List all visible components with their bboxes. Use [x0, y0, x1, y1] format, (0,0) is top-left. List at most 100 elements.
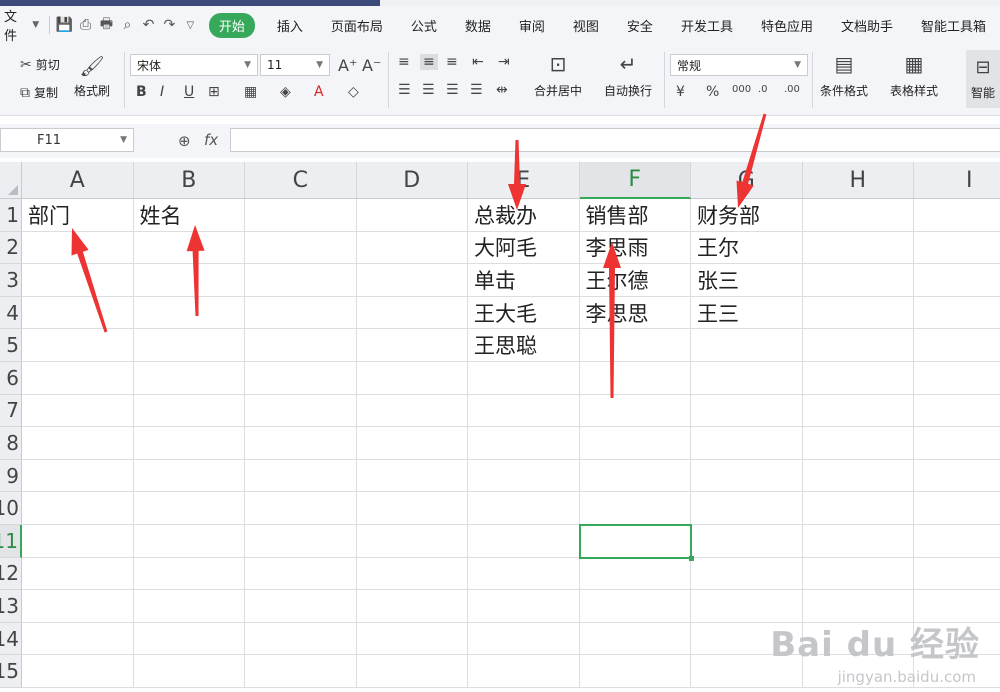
- row-header-5[interactable]: 5: [0, 329, 22, 362]
- cell-a15[interactable]: [22, 655, 134, 688]
- column-header-a[interactable]: A: [22, 162, 134, 199]
- cell-a6[interactable]: [22, 362, 134, 395]
- cell-i12[interactable]: [914, 558, 1000, 591]
- cell-d11[interactable]: [356, 525, 468, 558]
- cell-b1[interactable]: 姓名: [133, 199, 245, 232]
- decrease-indent-icon[interactable]: ⇤: [472, 54, 484, 70]
- cell-g9[interactable]: [691, 459, 803, 493]
- undo-icon[interactable]: ↶: [138, 14, 159, 36]
- cell-b7[interactable]: [133, 394, 245, 428]
- tab-data[interactable]: 数据: [451, 16, 505, 35]
- cell-g11[interactable]: [691, 525, 803, 558]
- row-header-12[interactable]: 12: [0, 557, 22, 591]
- increase-font-icon[interactable]: A⁺: [338, 56, 357, 75]
- cell-e3[interactable]: 单击: [468, 264, 580, 297]
- format-painter-button[interactable]: 🖌 格式刷: [74, 54, 110, 99]
- cell-c1[interactable]: [245, 199, 357, 232]
- cell-a12[interactable]: [22, 557, 134, 591]
- column-header-h[interactable]: H: [802, 162, 914, 199]
- cell-d3[interactable]: [356, 264, 468, 297]
- number-format-select[interactable]: 常规 ▼: [670, 54, 808, 76]
- cell-e7[interactable]: [468, 394, 580, 428]
- cell-g6[interactable]: [691, 362, 803, 395]
- percent-icon[interactable]: %: [706, 84, 719, 100]
- column-header-c[interactable]: C: [245, 162, 357, 199]
- cell-b8[interactable]: [133, 427, 245, 460]
- tab-developer[interactable]: 开发工具: [667, 16, 747, 35]
- row-header-2[interactable]: 2: [0, 231, 22, 265]
- cell-f13[interactable]: [579, 590, 691, 623]
- cell-h3[interactable]: [802, 264, 914, 297]
- align-left-icon[interactable]: ☰: [398, 82, 411, 98]
- cell-h4[interactable]: [802, 296, 914, 330]
- cell-h11[interactable]: [802, 525, 914, 558]
- cell-c4[interactable]: [245, 296, 357, 330]
- print-preview-icon[interactable]: ⎙: [75, 14, 96, 36]
- cell-f10[interactable]: [579, 492, 691, 525]
- cell-a5[interactable]: [22, 329, 134, 362]
- cell-f1[interactable]: 销售部: [579, 199, 691, 232]
- tab-security[interactable]: 安全: [613, 16, 667, 35]
- tab-special-apps[interactable]: 特色应用: [747, 16, 827, 35]
- cell-i5[interactable]: [914, 329, 1000, 362]
- cell-a9[interactable]: [22, 459, 134, 493]
- cell-g1[interactable]: 财务部: [691, 199, 803, 232]
- cell-i2[interactable]: [914, 232, 1000, 265]
- fill-effects-icon[interactable]: ▦: [244, 84, 257, 100]
- cell-g4[interactable]: 王三: [691, 296, 803, 330]
- cell-c11[interactable]: [245, 525, 357, 558]
- cell-h6[interactable]: [802, 362, 914, 395]
- cell-a4[interactable]: [22, 296, 134, 330]
- cell-f8[interactable]: [579, 427, 691, 460]
- cell-f14[interactable]: [579, 622, 691, 656]
- cell-d9[interactable]: [356, 459, 468, 493]
- cell-b12[interactable]: [133, 557, 245, 591]
- cell-d12[interactable]: [356, 557, 468, 591]
- column-header-e[interactable]: E: [468, 162, 580, 199]
- cell-a14[interactable]: [22, 622, 134, 656]
- cell-i6[interactable]: [914, 362, 1000, 395]
- column-header-d[interactable]: D: [356, 162, 468, 199]
- file-menu[interactable]: 文件 ▼: [0, 6, 45, 44]
- cell-f2[interactable]: 李思雨: [579, 231, 691, 265]
- cell-g3[interactable]: 张三: [691, 264, 803, 297]
- row-header-14[interactable]: 14: [0, 622, 22, 656]
- cell-b3[interactable]: [133, 264, 245, 297]
- active-cell-selection[interactable]: [578, 524, 694, 561]
- cell-i1[interactable]: [914, 199, 1000, 232]
- column-header-i[interactable]: I: [914, 162, 1000, 199]
- tab-review[interactable]: 审阅: [505, 16, 559, 35]
- cell-a8[interactable]: [22, 427, 134, 460]
- thousands-icon[interactable]: 000: [732, 84, 751, 95]
- tab-page-layout[interactable]: 页面布局: [317, 16, 397, 35]
- cell-b6[interactable]: [133, 362, 245, 395]
- cell-h2[interactable]: [802, 231, 914, 265]
- cell-c6[interactable]: [245, 362, 357, 395]
- cell-e6[interactable]: [468, 362, 580, 395]
- cell-f3[interactable]: 王尔德: [579, 264, 691, 297]
- cell-g8[interactable]: [691, 427, 803, 460]
- redo-icon[interactable]: ↷: [159, 14, 180, 36]
- distribute-icon[interactable]: ⇹: [496, 82, 508, 98]
- decrease-font-icon[interactable]: A⁻: [362, 56, 381, 75]
- column-header-b[interactable]: B: [133, 162, 245, 199]
- cell-c8[interactable]: [245, 427, 357, 460]
- cell-c9[interactable]: [245, 459, 357, 493]
- italic-icon[interactable]: I: [160, 84, 164, 100]
- cell-c13[interactable]: [245, 590, 357, 623]
- cell-d8[interactable]: [356, 427, 468, 460]
- cell-b4[interactable]: [133, 296, 245, 330]
- cell-f15[interactable]: [579, 655, 691, 688]
- cell-d15[interactable]: [356, 655, 468, 688]
- cell-a11[interactable]: [22, 525, 134, 558]
- cell-e1[interactable]: 总裁办: [468, 199, 580, 232]
- conditional-format-button[interactable]: ▤ 条件格式: [820, 52, 868, 99]
- clear-format-icon[interactable]: ◇: [348, 84, 359, 100]
- row-header-10[interactable]: 10: [0, 492, 22, 525]
- fill-color-icon[interactable]: ◈: [280, 84, 291, 100]
- cell-i11[interactable]: [914, 525, 1000, 558]
- font-color-icon[interactable]: A: [314, 84, 324, 100]
- cell-b2[interactable]: [133, 231, 245, 265]
- cell-b9[interactable]: [133, 459, 245, 493]
- save-icon[interactable]: 💾: [54, 14, 75, 36]
